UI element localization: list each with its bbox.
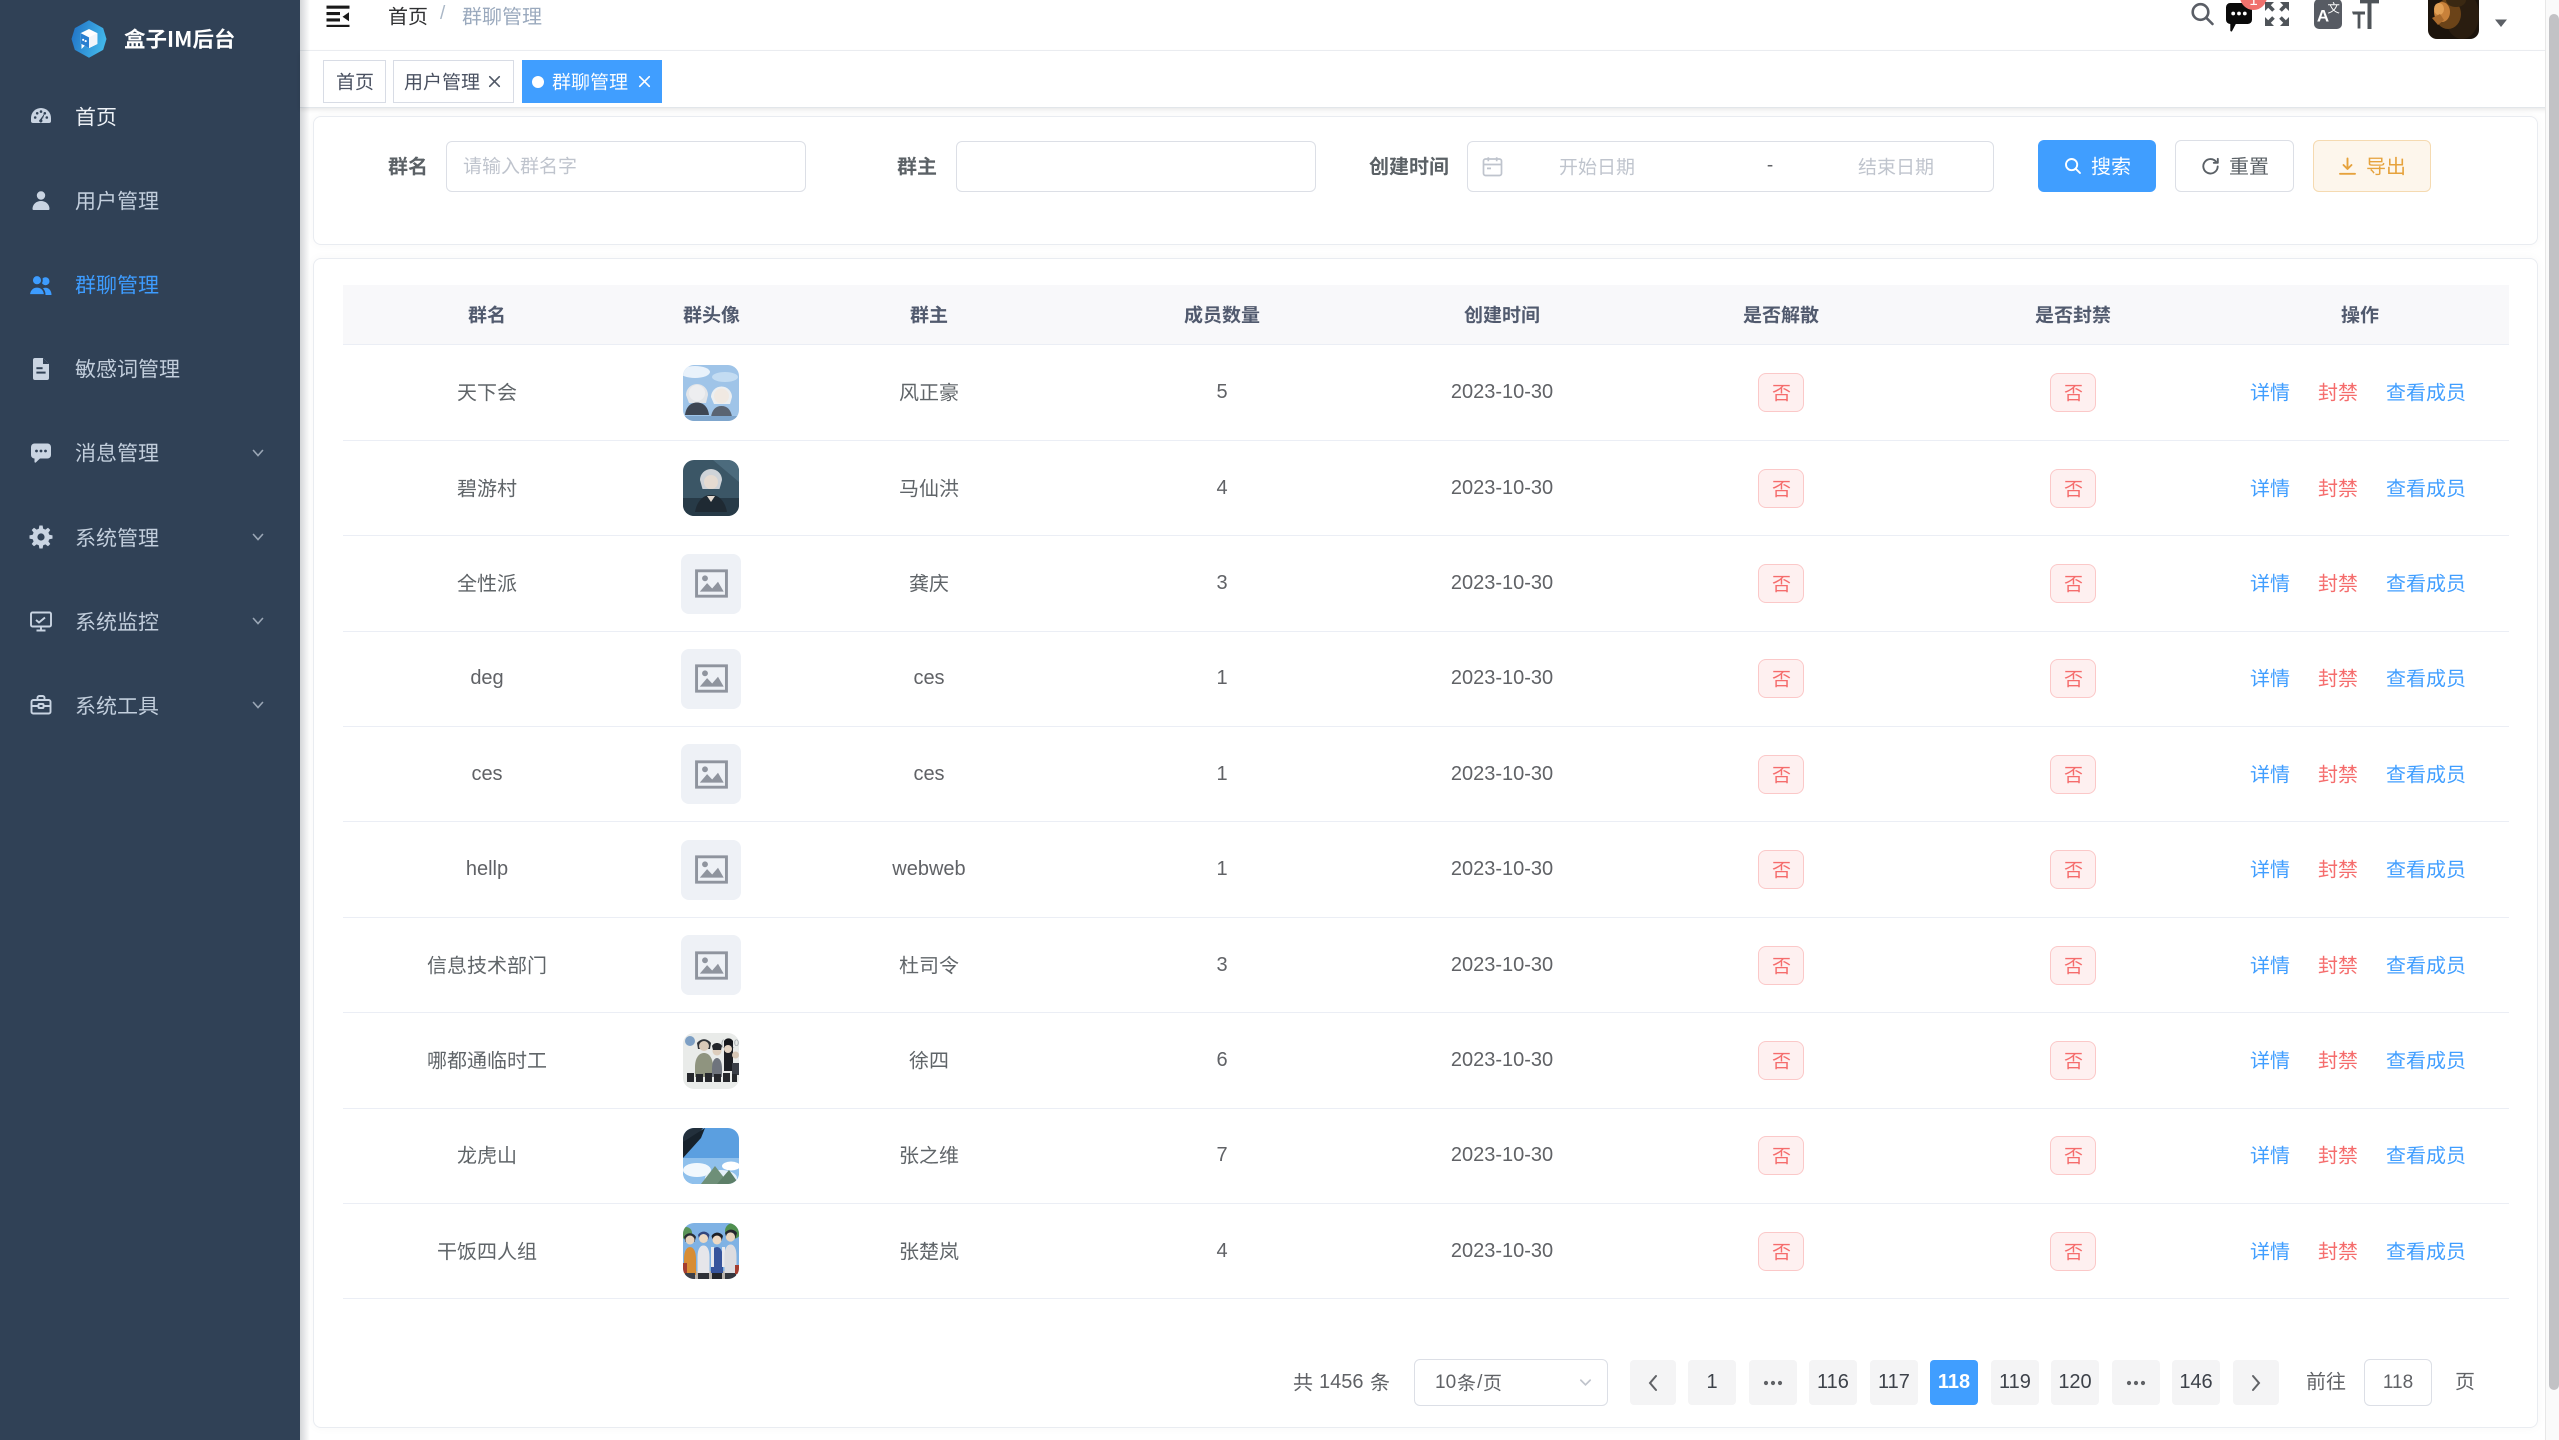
svg-text:A: A: [2317, 7, 2329, 26]
